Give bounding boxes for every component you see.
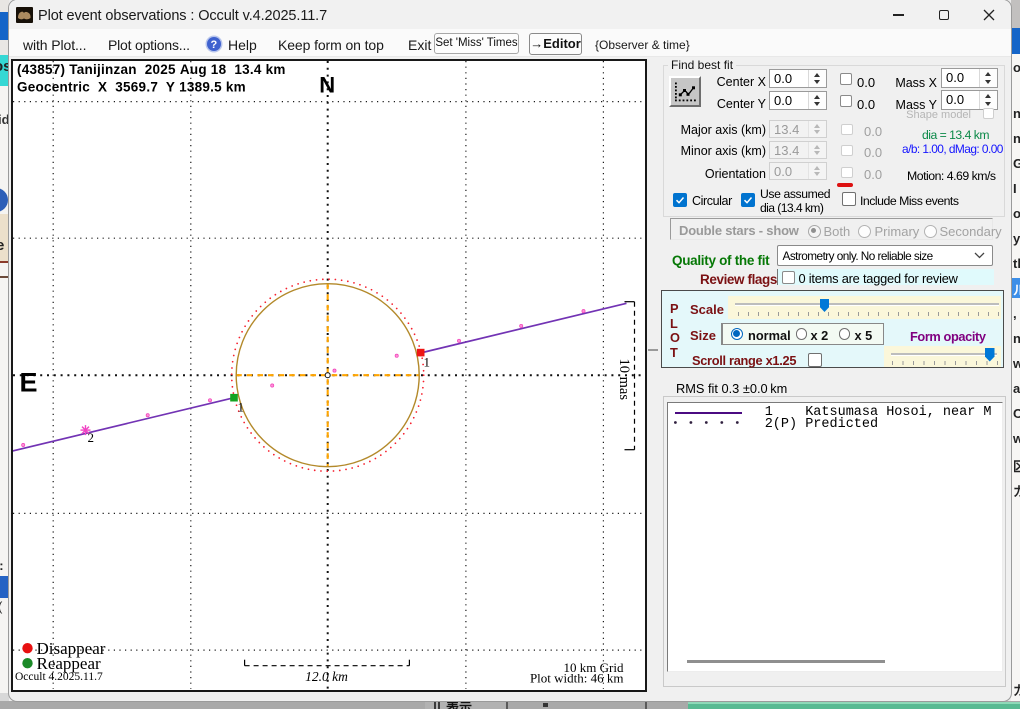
svg-text:(43857) Tanijinzan 2025 Aug 1: (43857) Tanijinzan 2025 Aug 18 13.4 km (17, 62, 286, 77)
svg-text:1: 1 (237, 400, 244, 415)
svg-text:Plot width: 46 km: Plot width: 46 km (529, 671, 623, 686)
svg-text:Occult 4.2025.11.7: Occult 4.2025.11.7 (15, 671, 103, 683)
svg-text:2: 2 (87, 430, 94, 445)
svg-text:1: 1 (423, 355, 430, 370)
svg-text:N: N (319, 73, 335, 98)
svg-text:12.0 km: 12.0 km (305, 669, 348, 684)
svg-text:E: E (19, 368, 37, 398)
svg-text:Geocentric X 3569.7 Y 1389.: Geocentric X 3569.7 Y 1389.5 km (17, 80, 246, 95)
svg-text:10 mas: 10 mas (616, 359, 632, 401)
